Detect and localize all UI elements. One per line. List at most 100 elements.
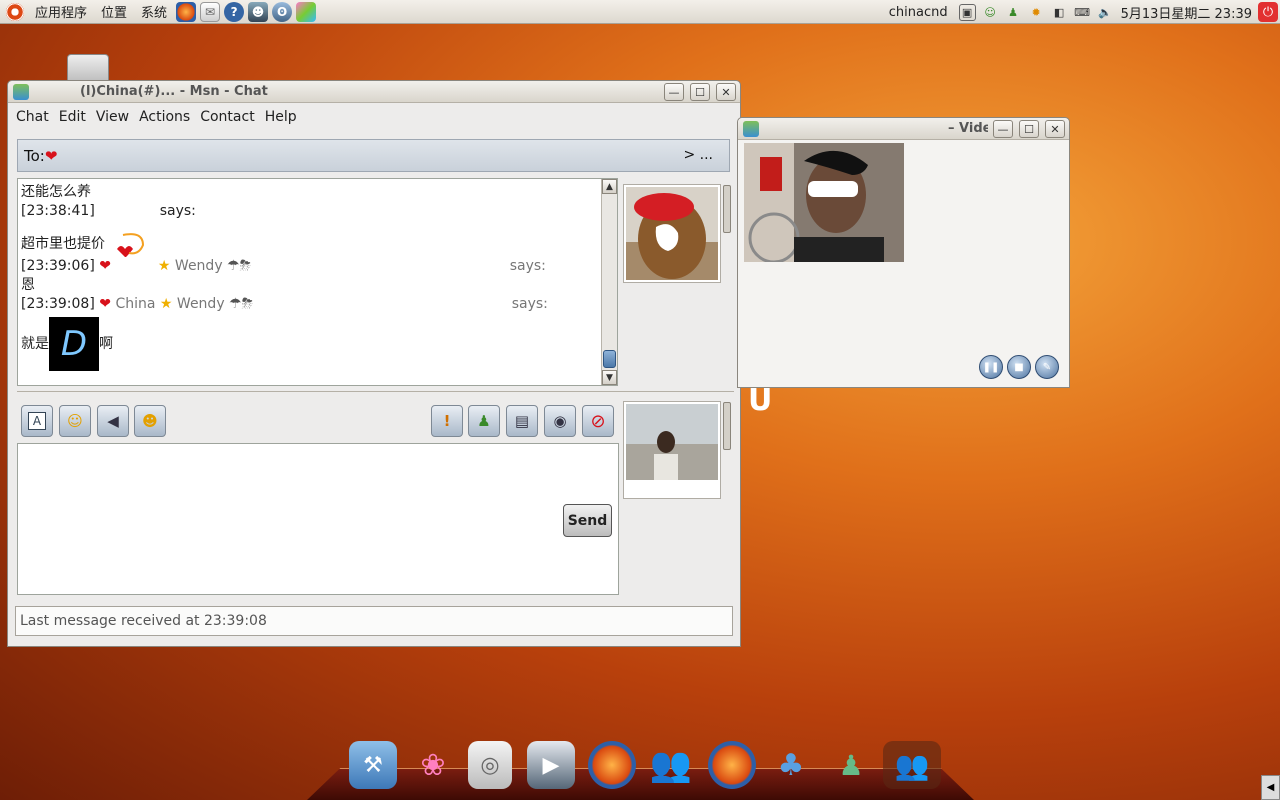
umbrella-icon: ☂⛈ [229,296,253,312]
menu-edit[interactable]: Edit [54,109,91,125]
power-icon[interactable]: ⏻ [1258,2,1278,22]
message-input[interactable] [17,443,619,595]
font-icon: A [28,412,46,430]
message-says: says: [511,296,548,312]
ubuntu-logo-icon[interactable] [6,2,24,21]
message-time: [23:38:41] [21,203,95,219]
minimize-button[interactable]: — [664,83,684,101]
smiley-button[interactable]: ☺ [59,405,91,437]
voice-clip-button[interactable]: ◀ [97,405,129,437]
photo-icon[interactable] [296,1,317,22]
dock-expand-arrow-icon[interactable]: ◀ [1261,775,1280,800]
block-button[interactable]: ⊘ [582,405,614,437]
recipient-bar[interactable]: To: ❤ > ... [17,139,730,172]
nudge-button[interactable]: ! [431,405,463,437]
voice-clip-icon: ◀ [107,412,119,430]
invite-button[interactable]: ♟ [468,405,500,437]
menu-contact[interactable]: Contact [195,109,259,125]
video-titlebar[interactable]: – Video — ☐ ✕ [738,118,1069,140]
history-message: 超市里也提价 [21,231,599,257]
settings-icon[interactable]: ✹ [1028,4,1045,21]
firefox-icon[interactable] [176,1,197,22]
buddy-avatar[interactable] [623,184,721,283]
font-button[interactable]: A [21,405,53,437]
to-label: To: [24,146,45,165]
message-time: [23:39:08] [21,296,95,312]
user-icon[interactable]: ♟ [1005,4,1022,21]
window-controls: — ☐ ✕ [987,120,1065,138]
menu-places[interactable]: 位置 [94,2,134,21]
message-text: 超市里也提价 [21,236,105,252]
amsn-app-icon [743,120,759,137]
buddy-icon[interactable]: ☺ [982,4,999,21]
send-file-button[interactable]: ▤ [506,405,538,437]
letter-d-emoticon-icon: D [49,317,99,371]
clock[interactable]: 5月13日星期二 23:39 [1121,3,1252,22]
contacts-icon[interactable]: ♟ [827,741,875,789]
webcam-icon: ◉ [553,412,567,430]
message-nickname: China [115,296,156,312]
username[interactable]: chinacnd [889,5,948,20]
menu-applications[interactable]: 应用程序 [28,2,94,21]
scroll-thumb[interactable] [603,350,616,368]
media-player-icon[interactable]: ▶ [527,741,575,789]
terminal-tools-icon[interactable]: ⚒ [349,741,397,789]
buddy-chat-icon[interactable]: 👥 [647,741,695,789]
buddy-avatar-image [626,187,718,280]
heart-wink-icon [117,233,145,257]
menu-help[interactable]: Help [260,109,302,125]
close-button[interactable]: ✕ [716,83,736,101]
message-says: says: [159,203,196,219]
avatar-panel-grip[interactable] [723,185,731,233]
scroll-down-arrow-icon[interactable]: ▼ [602,370,617,385]
video-window-title: – Video [948,121,988,136]
star-icon: ★ [157,258,171,274]
firefox-icon[interactable] [708,741,756,789]
stop-button[interactable]: ■ [1007,355,1031,379]
menu-view[interactable]: View [91,109,134,125]
window-controls: — ☐ ✕ [658,83,736,101]
send-button[interactable]: Send [563,504,612,537]
help-icon[interactable]: ? [224,1,245,22]
webcam-feed [744,143,904,264]
history-scrollbar[interactable]: ▲ ▼ [601,179,617,385]
msn-icon[interactable]: ♣ [767,741,815,789]
network-icon[interactable]: ◧ [1051,4,1068,21]
mail-icon[interactable]: ✉ [200,1,221,22]
own-avatar-grip[interactable] [723,402,731,450]
volume-icon[interactable]: 🔈 [1097,4,1114,21]
sim-icon[interactable]: ▣ [958,3,976,21]
minimize-button[interactable]: — [993,120,1013,138]
pidgin-icon[interactable]: ☻ [248,1,269,22]
chat-history[interactable]: 还能怎么养 [23:38:41] says: 超市里也提价 [23:39:06]… [17,178,618,386]
amsn-icon[interactable]: ʘ [272,1,293,22]
send-file-icon: ▤ [514,412,530,430]
pane-separator[interactable] [17,391,734,392]
menu-actions[interactable]: Actions [134,109,195,125]
amsn-dock-icon[interactable]: 👥 [883,741,941,789]
recipient-more[interactable]: > ... [683,147,713,163]
settings-button[interactable]: ✎ [1035,355,1059,379]
message-suffix: 啊 [99,336,113,352]
maximize-button[interactable]: ☐ [1019,120,1039,138]
disk-icon[interactable]: ◎ [468,741,512,789]
scroll-up-arrow-icon[interactable]: ▲ [602,179,617,194]
wink-button[interactable]: ☻ [134,405,166,437]
photo-fan-icon[interactable]: ❀ [409,741,457,789]
message-prefix: 就是 [21,336,49,352]
menu-system[interactable]: 系统 [134,2,174,21]
menu-chat[interactable]: Chat [11,109,54,125]
pause-button[interactable]: ❚❚ [979,355,1003,379]
history-message: 还能怎么养 [21,184,91,200]
firefox-icon[interactable] [588,741,636,789]
chat-titlebar[interactable]: (l)China(#)... - Msn - Chat — ☐ ✕ [8,81,740,103]
history-header: [23:38:41] says: [21,202,599,221]
webcam-button[interactable]: ◉ [544,405,576,437]
close-button[interactable]: ✕ [1045,120,1065,138]
keyboard-icon[interactable]: ⌨ [1074,4,1091,21]
heart-icon: ❤ [99,296,111,312]
smiley-icon: ☺ [67,412,83,430]
panel-menu: 应用程序 位置 系统 ✉ ? ☻ ʘ [0,0,318,24]
maximize-button[interactable]: ☐ [690,83,710,101]
own-avatar[interactable] [623,401,721,499]
